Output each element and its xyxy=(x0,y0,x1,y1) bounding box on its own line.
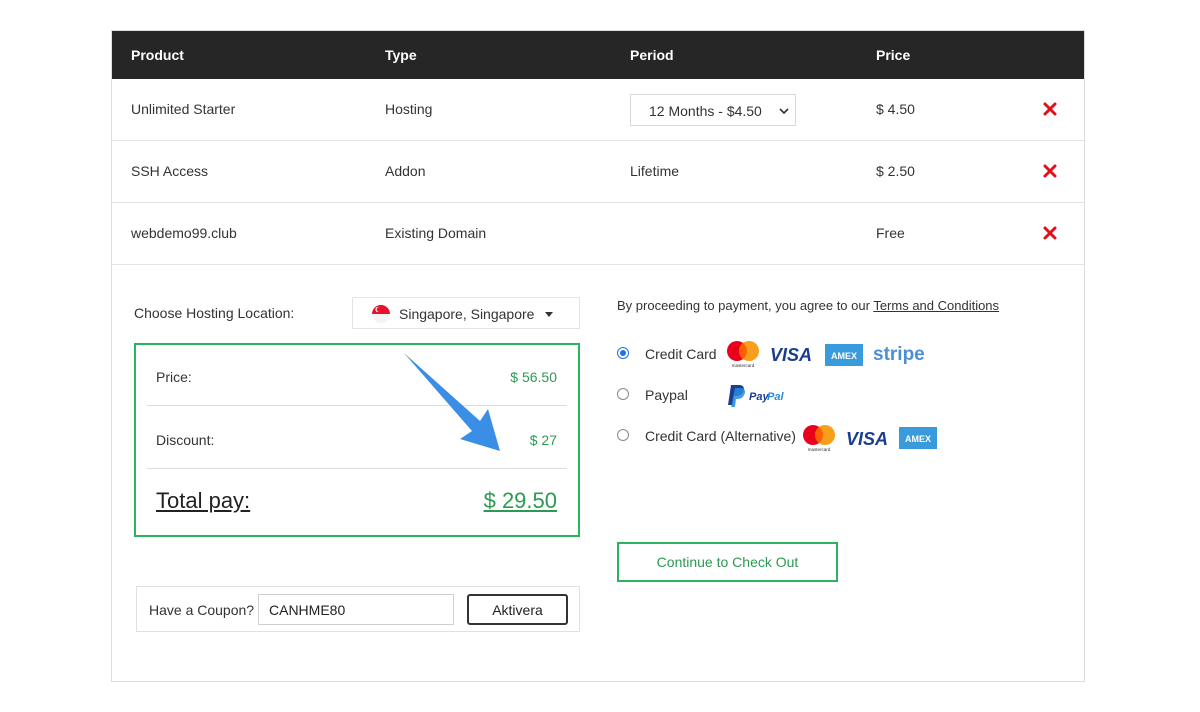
stripe-logo-icon: stripe xyxy=(873,344,925,365)
caret-down-icon xyxy=(545,312,553,317)
svg-text:VISA: VISA xyxy=(846,429,888,447)
coupon-box: Have a Coupon? Aktivera xyxy=(136,586,580,632)
period-select[interactable]: 12 Months - $4.50 xyxy=(630,94,796,126)
svg-text:mastercard: mastercard xyxy=(732,363,755,368)
svg-text:Pal: Pal xyxy=(767,391,784,403)
svg-text:mastercard: mastercard xyxy=(808,447,831,452)
table-header: Product Type Period Price xyxy=(112,31,1084,79)
coupon-label: Have a Coupon? xyxy=(149,602,255,618)
order-summary: Price: $ 56.50 Discount: $ 27 Total pay:… xyxy=(134,343,580,537)
summary-total-label: Total pay: xyxy=(156,488,251,513)
divider xyxy=(147,468,567,469)
summary-price-label: Price: xyxy=(156,369,192,385)
continue-checkout-button[interactable]: Continue to Check Out xyxy=(617,542,838,582)
remove-icon[interactable] xyxy=(1042,225,1058,241)
radio-credit-card[interactable] xyxy=(617,347,629,359)
terms-notice: By proceeding to payment, you agree to o… xyxy=(617,298,999,313)
table-row: SSH Access Addon Lifetime $ 2.50 xyxy=(112,141,1084,203)
mastercard-logo-icon: mastercard xyxy=(727,341,759,368)
summary-discount-label: Discount: xyxy=(156,432,215,448)
svg-text:VISA: VISA xyxy=(770,345,812,363)
summary-total-value: $ 29.50 xyxy=(483,488,557,513)
product-type: Addon xyxy=(385,163,426,179)
payment-option-label: Paypal xyxy=(645,387,688,403)
product-name: webdemo99.club xyxy=(131,225,237,241)
visa-logo-icon: VISA xyxy=(770,345,812,363)
product-name: SSH Access xyxy=(131,163,209,179)
summary-discount-value: $ 27 xyxy=(529,432,557,448)
visa-logo-icon: VISA xyxy=(846,429,888,447)
product-period: Lifetime xyxy=(630,163,680,179)
product-price: $ 4.50 xyxy=(876,101,915,117)
payment-option-credit-card-alternative[interactable]: Credit Card (Alternative) mastercard VIS… xyxy=(617,421,947,452)
cart-panel: Product Type Period Price Unlimited Star… xyxy=(111,30,1085,682)
apply-coupon-button[interactable]: Aktivera xyxy=(467,594,568,625)
chevron-down-icon xyxy=(779,108,789,115)
terms-link[interactable]: Terms and Conditions xyxy=(873,298,999,313)
svg-text:AMEX: AMEX xyxy=(905,434,931,444)
hosting-location-label: Choose Hosting Location: xyxy=(134,305,295,321)
svg-text:AMEX: AMEX xyxy=(831,351,857,361)
product-type: Existing Domain xyxy=(385,225,487,241)
singapore-flag-icon xyxy=(372,305,390,323)
paypal-logo-icon: Pay Pal xyxy=(728,385,784,407)
hosting-location-select[interactable]: Singapore, Singapore xyxy=(352,297,580,329)
header-period: Period xyxy=(630,47,674,63)
terms-notice-text: By proceeding to payment, you agree to o… xyxy=(617,298,874,313)
header-price: Price xyxy=(876,47,911,63)
radio-credit-card-alternative[interactable] xyxy=(617,429,629,441)
payment-option-label: Credit Card (Alternative) xyxy=(645,428,796,444)
payment-option-credit-card[interactable]: Credit Card mastercard VISA AMEX stripe xyxy=(617,339,947,369)
product-price: $ 2.50 xyxy=(876,163,915,179)
remove-icon[interactable] xyxy=(1042,163,1058,179)
header-product: Product xyxy=(131,47,184,63)
summary-price-value: $ 56.50 xyxy=(510,369,557,385)
payment-option-label: Credit Card xyxy=(645,346,717,362)
radio-paypal[interactable] xyxy=(617,388,629,400)
product-name: Unlimited Starter xyxy=(131,101,236,117)
remove-icon[interactable] xyxy=(1042,101,1058,117)
product-type: Hosting xyxy=(385,101,433,117)
table-row: webdemo99.club Existing Domain Free xyxy=(112,203,1084,265)
mastercard-logo-icon: mastercard xyxy=(803,425,835,452)
amex-logo-icon: AMEX xyxy=(825,344,863,366)
header-type: Type xyxy=(385,47,417,63)
amex-logo-icon: AMEX xyxy=(899,427,937,449)
product-price: Free xyxy=(876,225,905,241)
coupon-input[interactable] xyxy=(258,594,454,625)
annotation-arrow-icon xyxy=(404,353,500,451)
svg-text:stripe: stripe xyxy=(873,344,925,365)
period-select-value: 12 Months - $4.50 xyxy=(649,103,762,119)
hosting-location-value: Singapore, Singapore xyxy=(399,306,535,322)
table-row: Unlimited Starter Hosting 12 Months - $4… xyxy=(112,79,1084,141)
payment-option-paypal[interactable]: Paypal Pay Pal xyxy=(617,380,817,410)
